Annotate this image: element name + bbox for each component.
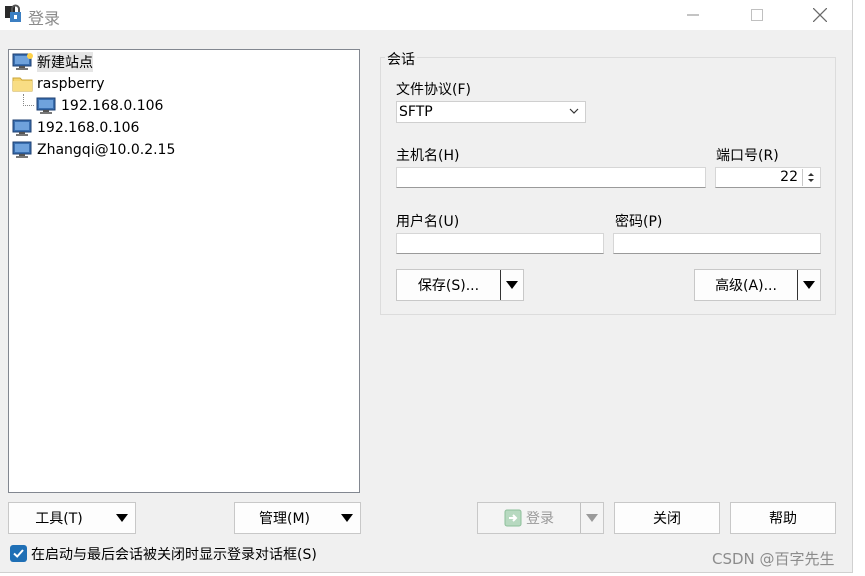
spin-up-down-icon <box>808 173 814 182</box>
maximize-icon <box>751 9 763 21</box>
tree-item-label: 192.168.0.106 <box>61 98 164 114</box>
port-value: 22 <box>780 169 798 185</box>
login-button[interactable]: 登录 <box>477 502 604 534</box>
close-icon <box>813 8 827 22</box>
help-label: 帮助 <box>769 511 797 527</box>
monitor-icon <box>36 97 56 114</box>
winscp-lock-icon <box>5 4 21 22</box>
show-login-checkbox[interactable] <box>10 545 27 562</box>
tools-label: 工具(T) <box>35 511 83 527</box>
tree-item-label: Zhangqi@10.0.2.15 <box>37 142 176 158</box>
save-dropdown[interactable] <box>500 270 523 300</box>
manage-label: 管理(M) <box>258 511 310 527</box>
host-input[interactable] <box>396 167 706 188</box>
watermark: CSDN @百字先生 <box>712 550 835 568</box>
manage-dropdown[interactable] <box>334 514 360 522</box>
triangle-down-icon <box>586 514 598 522</box>
chevron-down-icon <box>569 108 579 114</box>
protocol-label: 文件协议(F) <box>396 82 471 98</box>
advanced-button[interactable]: 高级(A)... <box>694 269 821 301</box>
login-icon <box>504 509 522 527</box>
triangle-down-icon <box>803 281 815 289</box>
tools-dropdown[interactable] <box>109 514 135 522</box>
host-label: 主机名(H) <box>396 148 460 164</box>
show-login-checkbox-label[interactable]: 在启动与最后会话被关闭时显示登录对话框(S) <box>31 544 317 564</box>
tree-item-label: raspberry <box>37 76 105 92</box>
tree-item-host[interactable]: 192.168.0.106 <box>12 118 139 138</box>
triangle-down-icon <box>341 514 353 522</box>
login-content: 登录 <box>478 508 580 528</box>
session-legend: 会话 <box>385 49 417 69</box>
password-label: 密码(P) <box>615 214 663 230</box>
triangle-down-icon <box>506 281 518 289</box>
help-button[interactable]: 帮助 <box>730 502 836 534</box>
minimize-button[interactable] <box>670 0 716 30</box>
tree-item-raspberry[interactable]: raspberry <box>12 74 105 94</box>
save-button[interactable]: 保存(S)... <box>396 269 524 301</box>
folder-icon <box>12 77 33 92</box>
tree-connector <box>23 94 34 106</box>
protocol-select[interactable]: SFTP <box>396 101 586 123</box>
tree-item-raspberry-host[interactable]: 192.168.0.106 <box>36 96 163 116</box>
checkmark-icon <box>13 549 24 558</box>
login-label: 登录 <box>526 511 554 527</box>
tree-item-zhangqi[interactable]: Zhangqi@10.0.2.15 <box>12 140 175 160</box>
tree-item-label: 192.168.0.106 <box>37 120 140 136</box>
site-tree[interactable]: 新建站点 raspberry 192.168.0.106 192.168.0.1… <box>8 49 360 493</box>
minimize-icon <box>687 14 699 16</box>
protocol-value: SFTP <box>399 104 433 120</box>
login-dropdown[interactable] <box>580 503 603 533</box>
manage-button[interactable]: 管理(M) <box>234 502 361 534</box>
triangle-down-icon <box>116 514 128 522</box>
tools-button[interactable]: 工具(T) <box>8 502 136 534</box>
close-window-button[interactable] <box>797 0 843 30</box>
tree-item-label: 新建站点 <box>37 52 93 72</box>
user-label: 用户名(U) <box>396 214 460 230</box>
port-spin-buttons[interactable] <box>802 169 819 186</box>
password-input[interactable] <box>613 233 821 254</box>
monitor-icon <box>12 141 32 158</box>
advanced-label: 高级(A)... <box>715 278 777 294</box>
tree-item-new-site[interactable]: 新建站点 <box>12 52 93 72</box>
close-button[interactable]: 关闭 <box>614 502 720 534</box>
port-label: 端口号(R) <box>716 148 779 164</box>
monitor-icon <box>12 119 32 136</box>
advanced-dropdown[interactable] <box>797 270 820 300</box>
window-title: 登录 <box>28 9 61 28</box>
port-spinner[interactable]: 22 <box>715 167 821 188</box>
close-label: 关闭 <box>653 511 681 527</box>
username-input[interactable] <box>396 233 604 254</box>
new-site-monitor-icon <box>12 53 33 70</box>
login-dialog: 登录 新建站点 raspberry 192.168.0.106 192.168.… <box>0 0 853 573</box>
save-label: 保存(S)... <box>417 278 480 294</box>
maximize-button[interactable] <box>734 0 780 30</box>
title-bar: 登录 <box>0 0 852 30</box>
